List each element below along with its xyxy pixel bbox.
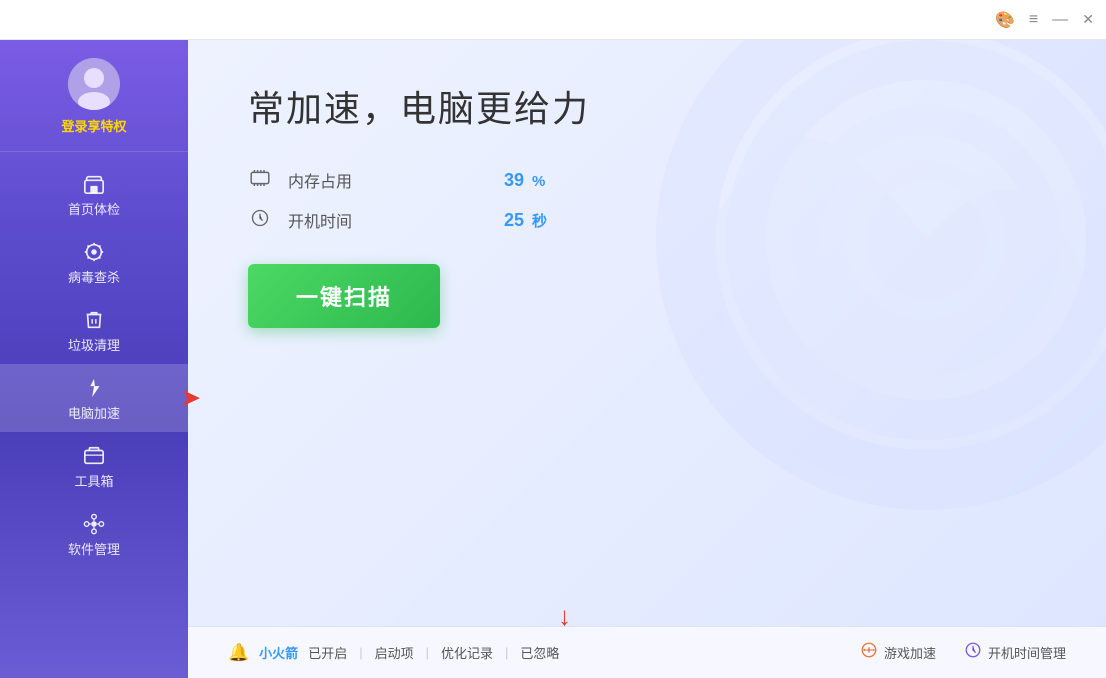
sidebar: 登录享特权 首页体检 [0, 40, 188, 678]
content-area: 常加速，电脑更给力 [188, 40, 1106, 678]
ignored-link[interactable]: 已忽略 [520, 643, 559, 662]
boot-time-icon [248, 209, 272, 232]
fire-label: 小火箭 [259, 643, 298, 662]
sidebar-item-software[interactable]: 软件管理 [0, 500, 188, 568]
boot-time-item[interactable]: 开机时间管理 [964, 641, 1066, 664]
bottom-red-arrow: ↓ [558, 603, 571, 629]
boot-management-label: 开机时间管理 [988, 643, 1066, 662]
clean-label: 垃圾清理 [68, 339, 120, 352]
game-speed-label: 游戏加速 [884, 643, 936, 662]
bottom-left-section: 🔔 小火箭 已开启 | ↓ 启动项 | 优化记录 | 已忽略 [228, 643, 559, 663]
memory-number: 39 [504, 170, 524, 190]
boot-number: 25 [504, 210, 524, 230]
home-icon [83, 173, 105, 199]
boot-value: 25 秒 [504, 210, 547, 231]
titlebar-controls: 🎨 ≡ — ✕ [995, 10, 1094, 30]
memory-label: 内存占用 [288, 168, 368, 192]
bottom-bar: 🔔 小火箭 已开启 | ↓ 启动项 | 优化记录 | 已忽略 [188, 626, 1106, 678]
sidebar-login-label[interactable]: 登录享特权 [61, 116, 126, 135]
sidebar-item-speed[interactable]: 电脑加速 ➤ [0, 364, 188, 432]
fire-icon: 🔔 [228, 643, 249, 663]
software-label: 软件管理 [68, 543, 120, 556]
main-title: 常加速，电脑更给力 [248, 80, 1046, 132]
software-icon [83, 513, 105, 539]
bottom-arrow-wrapper: ↓ [558, 603, 571, 629]
tools-label: 工具箱 [74, 475, 113, 488]
startup-link[interactable]: 启动项 [375, 643, 414, 662]
avatar[interactable] [68, 58, 120, 110]
boot-management-icon [964, 641, 982, 664]
stat-row-memory: 内存占用 39 % [248, 168, 1046, 192]
virus-icon [83, 241, 105, 267]
speed-arrow-indicator: ➤ [182, 385, 200, 411]
virus-label: 病毒查杀 [68, 271, 120, 284]
menu-icon[interactable]: ≡ [1029, 11, 1038, 29]
boot-unit: 秒 [532, 213, 547, 230]
skin-icon[interactable]: 🎨 [995, 10, 1015, 30]
tools-icon [83, 445, 105, 471]
content-body: 常加速，电脑更给力 [188, 40, 1106, 626]
sep2: | [426, 645, 429, 660]
home-label: 首页体检 [68, 203, 120, 216]
speed-label: 电脑加速 [68, 407, 120, 420]
sep3: | [505, 645, 508, 660]
memory-icon [248, 170, 272, 191]
stat-row-boot: 开机时间 25 秒 [248, 208, 1046, 232]
sep1: | [359, 645, 362, 660]
scan-button[interactable]: 一键扫描 [248, 264, 440, 328]
main-layout: 登录享特权 首页体检 [0, 40, 1106, 678]
game-speed-item[interactable]: 游戏加速 [860, 641, 936, 664]
sidebar-user-section[interactable]: 登录享特权 [0, 40, 188, 152]
fire-status: 已开启 [308, 643, 347, 662]
sidebar-nav: 首页体检 病毒查杀 [0, 160, 188, 568]
boot-label: 开机时间 [288, 208, 368, 232]
bottom-right-section: 游戏加速 开机时间管理 [860, 641, 1066, 664]
clean-icon [83, 309, 105, 335]
sidebar-item-clean[interactable]: 垃圾清理 [0, 296, 188, 364]
sidebar-item-tools[interactable]: 工具箱 [0, 432, 188, 500]
game-speed-icon [860, 641, 878, 664]
minimize-icon[interactable]: — [1052, 11, 1068, 29]
sidebar-item-virus[interactable]: 病毒查杀 [0, 228, 188, 296]
memory-unit: % [532, 173, 545, 190]
speed-icon [83, 377, 105, 403]
memory-value: 39 % [504, 170, 545, 191]
stats-section: 内存占用 39 % 开机时间 25 [248, 168, 1046, 232]
sidebar-item-home[interactable]: 首页体检 [0, 160, 188, 228]
optimize-log-link[interactable]: 优化记录 [441, 643, 493, 662]
titlebar: 🎨 ≡ — ✕ [0, 0, 1106, 40]
close-button[interactable]: ✕ [1082, 11, 1094, 28]
